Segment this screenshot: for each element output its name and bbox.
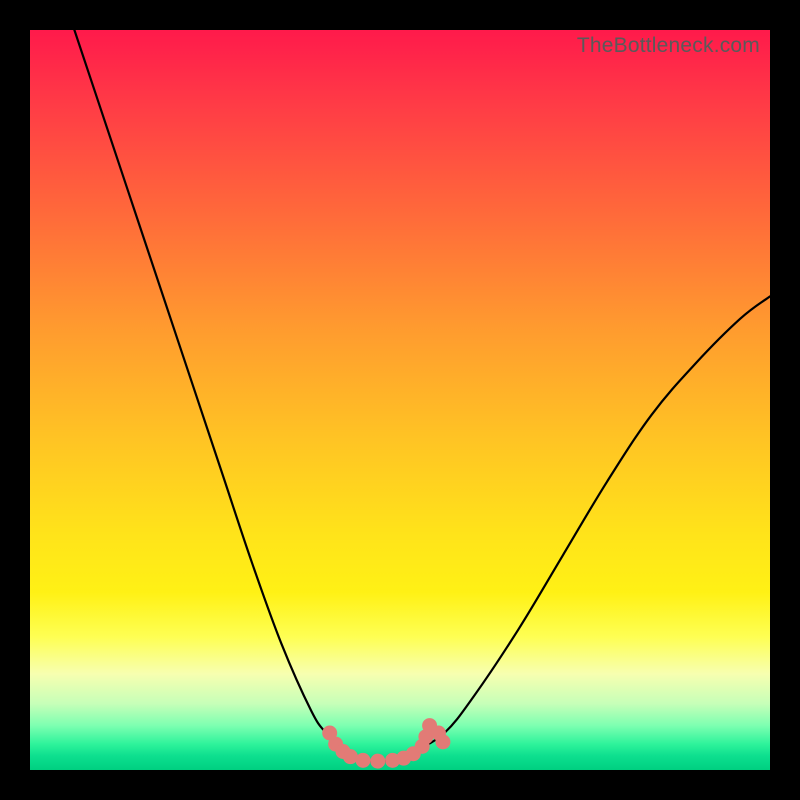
plot-area: TheBottleneck.com — [30, 30, 770, 770]
chart-frame: TheBottleneck.com — [0, 0, 800, 800]
watermark-label: TheBottleneck.com — [577, 34, 760, 58]
curve-overlay — [30, 30, 770, 770]
curve-right — [415, 296, 770, 751]
trough-dot — [370, 754, 385, 769]
curve-left — [74, 30, 340, 748]
trough-dot — [356, 753, 371, 768]
trough-dot — [435, 734, 450, 749]
